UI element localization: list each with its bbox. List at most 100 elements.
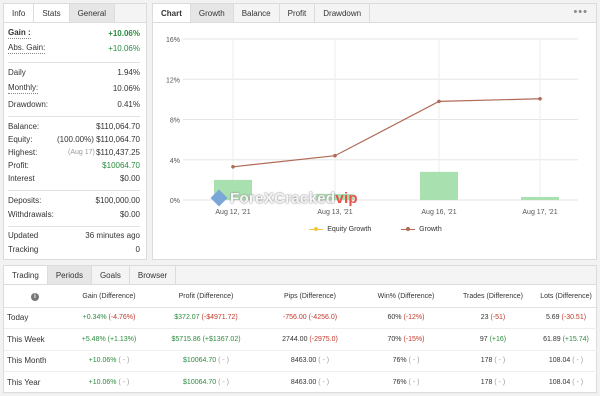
lots-value: 108.04 (548, 357, 571, 365)
pips-difference: (-2975.0) (309, 335, 338, 343)
equity-point (538, 96, 542, 101)
updated-label: Updated (8, 231, 39, 240)
interest-row: Interest $0.00 (8, 173, 140, 185)
monthly-label: Monthly: (8, 83, 39, 94)
highest-date: (Aug 17) (68, 149, 95, 156)
cell-win: 60% (-12%) (360, 307, 452, 329)
chart-legend: Equity Growth Growth (153, 226, 598, 233)
pips-value: 2744.00 (282, 335, 308, 343)
x-tick-label: Aug 12, '21 (215, 209, 250, 216)
monthly-value: 10.06% (112, 84, 140, 93)
cell-profit: $10064.70 ( - ) (152, 350, 260, 372)
legend-item-growth[interactable]: Growth (401, 226, 442, 233)
pips-value: 8463.00 (290, 378, 317, 386)
profit-value: $10064.70 (102, 161, 140, 170)
tab-balance[interactable]: Balance (234, 4, 280, 22)
tab-goals[interactable]: Goals (92, 266, 130, 284)
lots-value: 5.69 (545, 314, 560, 322)
equity-value: (100.00%) $110,064.70 (56, 135, 140, 144)
drawdown-label: Drawdown: (8, 100, 49, 109)
profit-label: Profit: (8, 161, 29, 170)
win-difference: ( - ) (408, 357, 420, 365)
win-value: 60% (387, 314, 402, 322)
pips-difference: ( - ) (318, 378, 330, 386)
highest-label: Highest: (8, 148, 38, 157)
pips-value: 8463.00 (290, 357, 317, 365)
tab-general[interactable]: General (69, 4, 116, 22)
pips-difference: ( - ) (318, 357, 330, 365)
legend-swatch-equity (309, 226, 324, 231)
legend-label-equity: Equity Growth (327, 226, 372, 233)
tab-periods[interactable]: Periods (47, 266, 92, 284)
gain-value: +0.34% (82, 314, 107, 322)
header-win: Win% (Difference) (360, 287, 452, 308)
highest-row: Highest: (Aug 17) $110,437.25 (8, 147, 140, 159)
trades-difference: ( - ) (494, 378, 506, 386)
tab-profit[interactable]: Profit (280, 4, 316, 22)
daily-row: Daily 1.94% (8, 67, 140, 79)
equity-label: Equity: (8, 135, 33, 144)
win-value: 76% (392, 357, 407, 365)
table-row: This Month +10.06% ( - ) $10064.70 ( - ) 84… (4, 350, 598, 372)
cell-profit: $5715.86 (+$1367.02) (152, 328, 260, 351)
gain-value: +10.06% (88, 357, 117, 365)
profit-value: $10064.70 (183, 357, 217, 365)
win-value: 70% (387, 335, 402, 343)
cell-pips: 8463.00 ( - ) (260, 350, 360, 372)
watermark: ForeXCrackedvip (210, 189, 358, 207)
tab-drawdown[interactable]: Drawdown (315, 4, 371, 22)
tab-stats[interactable]: Stats (34, 4, 70, 22)
tab-trading[interactable]: Trading (4, 266, 48, 284)
profit-value: $10064.70 (183, 378, 217, 386)
cell-gain: +10.06% ( - ) (66, 371, 152, 394)
profit-row: Profit: $10064.70 (8, 160, 140, 172)
trades-difference: (+16) (489, 335, 507, 343)
header-lots: Lots (Difference) (534, 287, 598, 308)
y-tick-label: 4% (170, 158, 180, 165)
profit-difference: (-$4971.72) (201, 314, 238, 322)
row-period-label: This Year (4, 371, 66, 394)
pips-value: -756.00 (282, 314, 307, 322)
info-icon[interactable]: i (31, 292, 39, 301)
cell-lots: 108.04 ( - ) (534, 371, 598, 394)
gain-row: Gain : +10.06% (8, 28, 140, 40)
equity-point (231, 164, 235, 169)
tab-chart[interactable]: Chart (153, 4, 191, 22)
cell-win: 70% (-15%) (360, 328, 452, 351)
cell-pips: 8463.00 ( - ) (260, 371, 360, 394)
monthly-row: Monthly: 10.06% (8, 83, 140, 95)
y-tick-label: 8% (170, 118, 180, 125)
gain-value: +10.06% (88, 378, 117, 386)
table-row: This Week +5.48% (+1.13%) $5715.86 (+$1367… (4, 328, 598, 351)
tab-growth[interactable]: Growth (190, 4, 234, 22)
cell-profit: $10064.70 ( - ) (152, 371, 260, 394)
legend-item-equity-growth[interactable]: Equity Growth (309, 226, 371, 233)
lots-value: 108.04 (548, 378, 571, 386)
tab-browser[interactable]: Browser (130, 266, 177, 284)
periods-table: i Gain (Difference) Profit (Difference) … (4, 287, 598, 394)
tab-info[interactable]: Info (4, 4, 35, 22)
y-tick-label: 0% (170, 198, 180, 205)
abs-gain-value: +10.06% (108, 44, 140, 53)
gain-value: +5.48% (81, 335, 106, 343)
lots-difference: (+15.74) (562, 335, 589, 343)
table-row: Today +0.34% (-4.76%) $372.07 (-$4971.72) -… (4, 307, 598, 329)
tracking-label: Tracking (8, 245, 39, 254)
chart-tabs: Chart Growth Balance Profit Drawdown (153, 4, 596, 23)
equity-line (232, 98, 541, 168)
win-value: 76% (392, 378, 407, 386)
more-options-icon[interactable]: ••• (573, 6, 588, 18)
cell-win: 76% ( - ) (360, 371, 452, 394)
equity-row: Equity: (100.00%) $110,064.70 (8, 134, 140, 146)
balance-label: Balance: (8, 122, 40, 131)
abs-gain-row: Abs. Gain: +10.06% (8, 43, 140, 55)
cell-pips: -756.00 (-4256.0) (260, 307, 360, 329)
cell-profit: $372.07 (-$4971.72) (152, 307, 260, 329)
header-pips: Pips (Difference) (260, 287, 360, 308)
chart-panel: Chart Growth Balance Profit Drawdown •••… (152, 3, 597, 260)
legend-swatch-growth (401, 226, 416, 231)
x-tick-label: Aug 16, '21 (421, 209, 456, 216)
profit-difference: ( - ) (218, 378, 229, 386)
equity-point (437, 99, 441, 104)
header-gain: Gain (Difference) (66, 287, 152, 308)
